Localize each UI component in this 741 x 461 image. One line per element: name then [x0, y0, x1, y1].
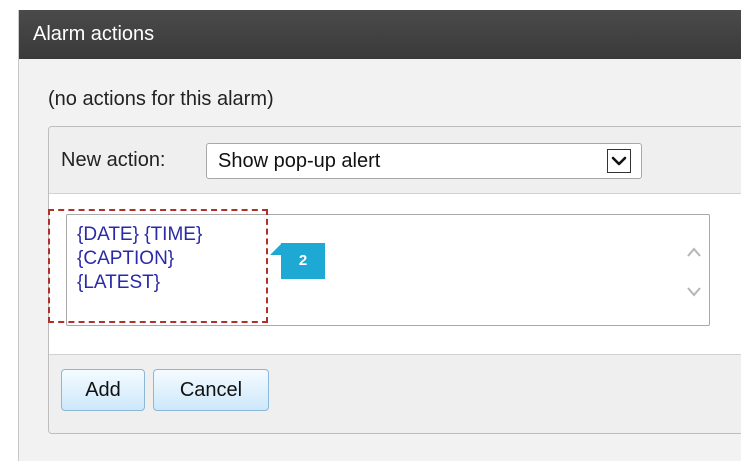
- action-type-value: Show pop-up alert: [218, 150, 381, 172]
- screenshot-canvas: Alarm actions (no actions for this alarm…: [0, 0, 741, 461]
- no-actions-message: (no actions for this alarm): [48, 88, 274, 110]
- annotation-highlight-box: [48, 209, 268, 323]
- callout-badge: 2: [281, 243, 325, 279]
- dialog-title: Alarm actions: [19, 10, 741, 59]
- add-button[interactable]: Add: [61, 369, 145, 411]
- cancel-button[interactable]: Cancel: [153, 369, 269, 411]
- action-type-select[interactable]: Show pop-up alert: [206, 143, 642, 179]
- new-action-label: New action:: [61, 149, 166, 171]
- scroll-up-icon[interactable]: [685, 245, 703, 259]
- chevron-down-icon[interactable]: [607, 149, 631, 173]
- action-buttons-bar: Add Cancel: [49, 355, 741, 433]
- scroll-down-icon[interactable]: [685, 285, 703, 299]
- new-action-header: New action: Show pop-up alert: [49, 127, 741, 194]
